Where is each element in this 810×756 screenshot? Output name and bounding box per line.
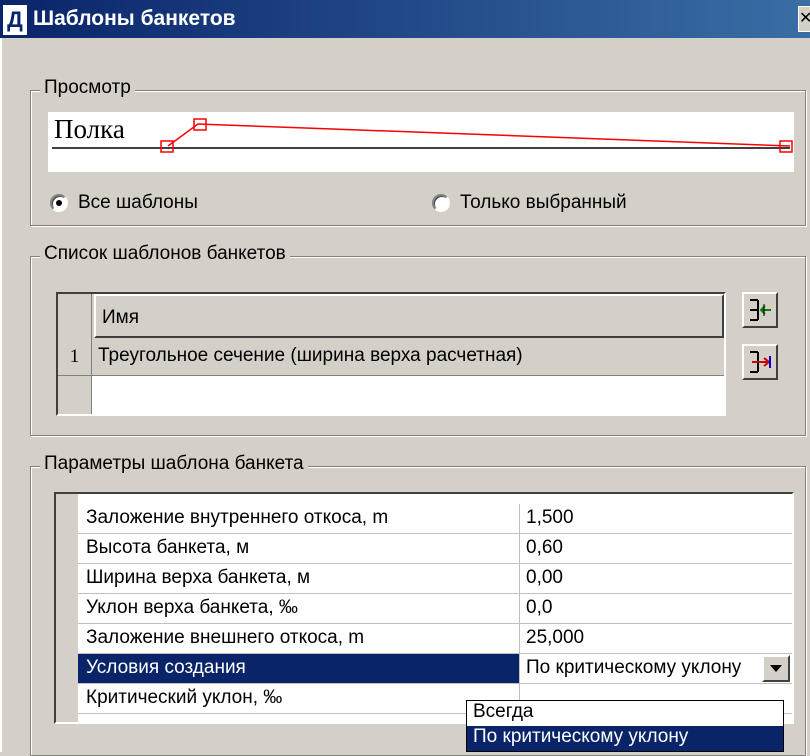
param-value[interactable]: 0,0 bbox=[520, 594, 792, 624]
param-name: Ширина верха банкета, м bbox=[78, 564, 520, 594]
templates-group-label: Список шаблонов банкетов bbox=[40, 243, 290, 265]
params-grid[interactable]: Заложение внутреннего откоса, m 1,500 Вы… bbox=[54, 492, 794, 724]
column-header-name[interactable]: Имя bbox=[94, 294, 724, 338]
param-name-selected: Условия создания bbox=[78, 654, 520, 684]
list-header: Имя bbox=[58, 294, 724, 338]
preview-canvas: Полка bbox=[48, 112, 794, 172]
param-name: Заложение внутреннего откоса, m bbox=[78, 504, 520, 534]
param-name: Высота банкета, м bbox=[78, 534, 520, 564]
dropdown-list[interactable]: Всегда По критическому уклону bbox=[466, 700, 784, 752]
param-value[interactable]: 0,00 bbox=[520, 564, 792, 594]
dropdown-option[interactable]: Всегда bbox=[467, 701, 783, 726]
preview-group-label: Просмотр bbox=[40, 77, 135, 99]
row-number: 1 bbox=[58, 338, 92, 376]
templates-list[interactable]: Имя 1 Треугольное сечение (ширина верха … bbox=[56, 292, 726, 416]
param-value[interactable]: 25,000 bbox=[520, 624, 792, 654]
params-row-indicator bbox=[56, 494, 78, 722]
param-name: Критический уклон, ‰ bbox=[78, 684, 520, 714]
dropdown-option-highlighted[interactable]: По критическому уклону bbox=[467, 726, 783, 751]
param-name: Заложение внешнего откоса, m bbox=[78, 624, 520, 654]
export-template-icon bbox=[750, 351, 771, 373]
param-row[interactable]: Ширина верха банкета, м 0,00 bbox=[78, 564, 792, 594]
export-template-button[interactable] bbox=[742, 344, 778, 380]
param-value[interactable]: 0,60 bbox=[520, 534, 792, 564]
radio-dot-icon bbox=[56, 200, 62, 206]
dropdown-button[interactable] bbox=[762, 655, 790, 682]
param-row[interactable]: Высота банкета, м 0,60 bbox=[78, 534, 792, 564]
select-value: По критическому уклону bbox=[526, 657, 742, 678]
insert-template-icon bbox=[750, 299, 771, 321]
window-title: Шаблоны банкетов bbox=[33, 7, 236, 30]
radio-selected-label: Только выбранный bbox=[460, 192, 627, 213]
radio-all-label: Все шаблоны bbox=[78, 192, 198, 213]
param-row[interactable]: Условия создания По критическому уклону bbox=[78, 654, 792, 684]
close-button[interactable]: ✕ bbox=[798, 6, 810, 32]
radio-all-templates[interactable]: Все шаблоны bbox=[50, 192, 198, 214]
title-bar: Д Шаблоны банкетов ✕ bbox=[0, 0, 810, 38]
profile-line bbox=[167, 123, 791, 147]
profile-drawing bbox=[52, 118, 793, 153]
template-name[interactable]: Треугольное сечение (ширина верха расчет… bbox=[98, 345, 523, 367]
radio-selected-only[interactable]: Только выбранный bbox=[432, 192, 627, 214]
app-icon: Д bbox=[3, 5, 27, 35]
list-item[interactable]: 1 Треугольное сечение (ширина верха расч… bbox=[58, 338, 724, 376]
profile-node bbox=[160, 140, 174, 153]
param-row[interactable]: Заложение внешнего откоса, m 25,000 bbox=[78, 624, 792, 654]
row-number-header bbox=[58, 294, 92, 338]
param-name: Уклон верха банкета, ‰ bbox=[78, 594, 520, 624]
param-row[interactable]: Заложение внутреннего откоса, m 1,500 bbox=[78, 504, 792, 534]
empty-row-number bbox=[58, 376, 92, 414]
param-value[interactable]: 1,500 bbox=[520, 504, 792, 534]
chevron-down-icon bbox=[770, 665, 782, 672]
creation-condition-select[interactable]: По критическому уклону bbox=[520, 654, 792, 684]
radio-all-indicator[interactable] bbox=[50, 194, 68, 212]
insert-template-button[interactable] bbox=[742, 292, 778, 328]
radio-selected-indicator[interactable] bbox=[432, 194, 450, 212]
close-icon: ✕ bbox=[799, 10, 810, 27]
params-group-label: Параметры шаблона банкета bbox=[40, 453, 308, 475]
param-row[interactable]: Уклон верха банкета, ‰ 0,0 bbox=[78, 594, 792, 624]
